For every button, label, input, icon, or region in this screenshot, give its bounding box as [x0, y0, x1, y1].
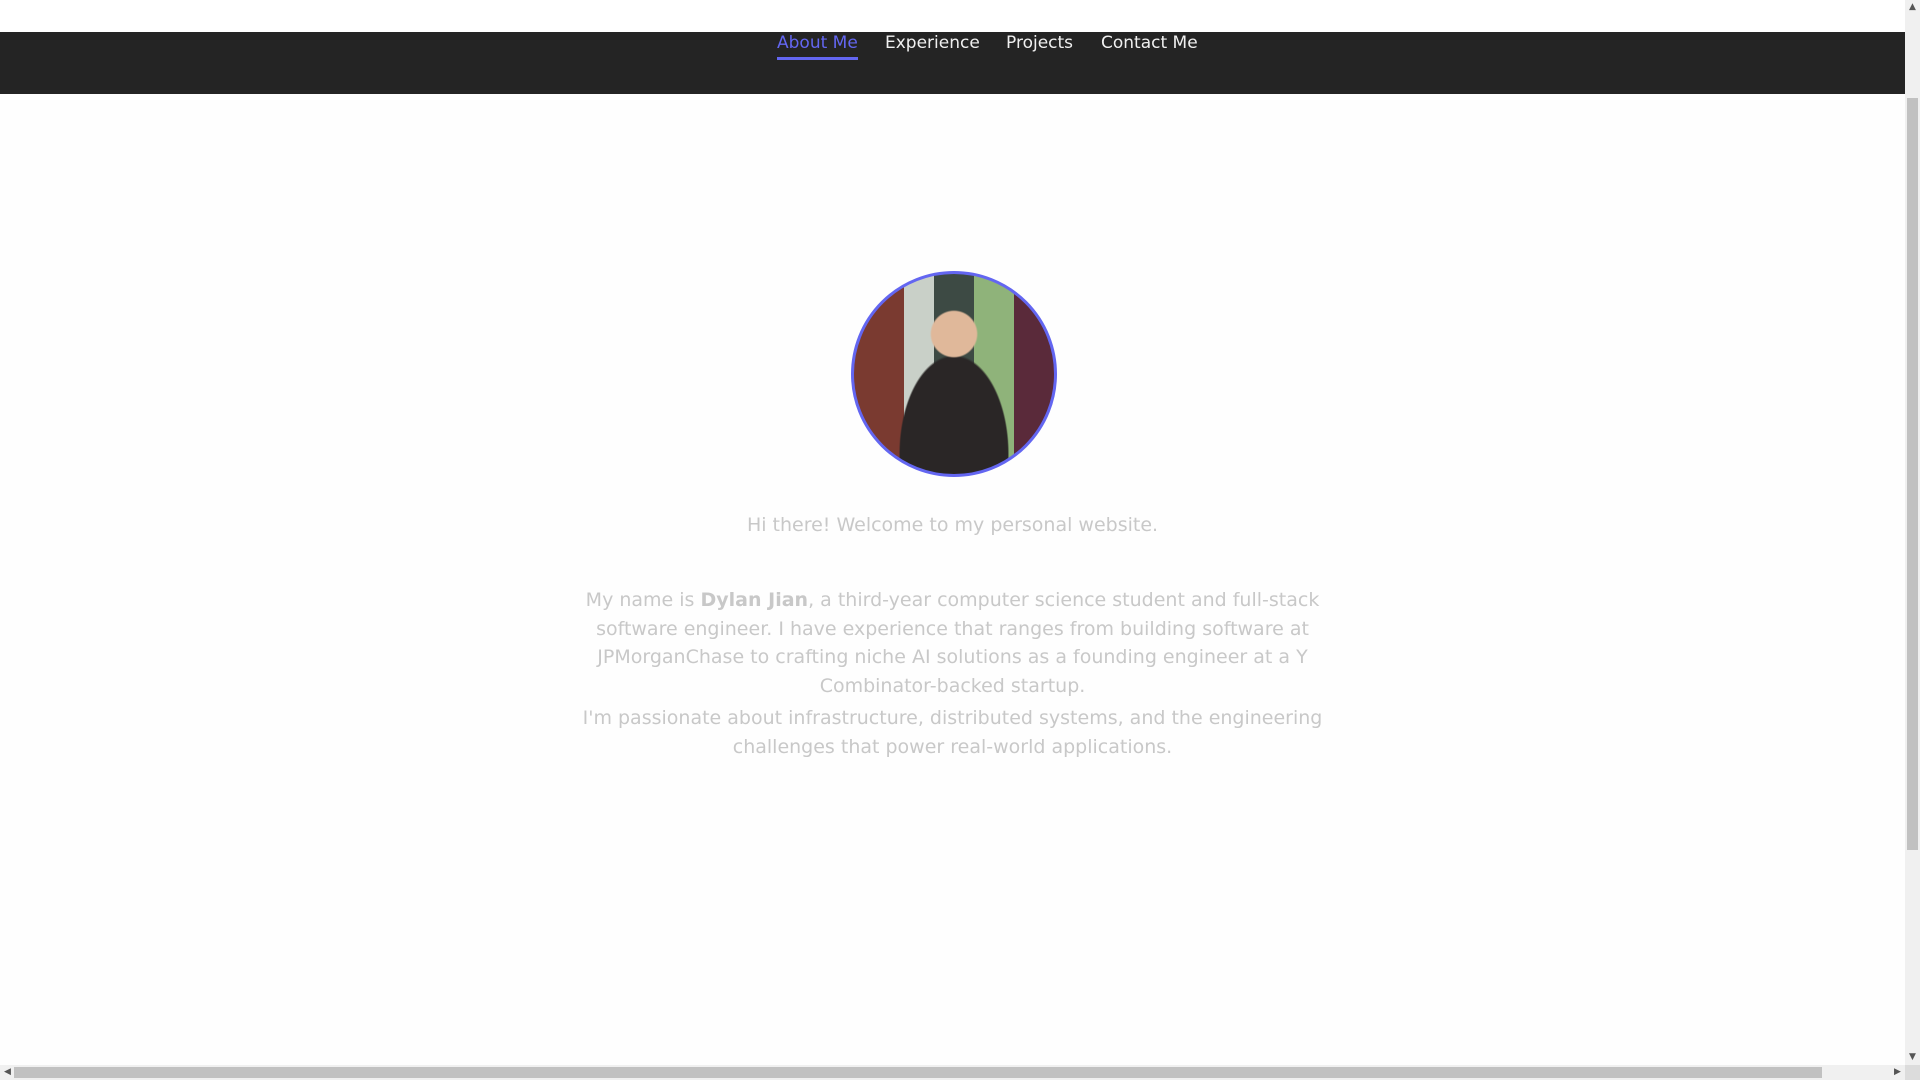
author-name: Dylan Jian: [700, 589, 809, 611]
profile-photo: [851, 271, 1057, 477]
main-nav: About Me Experience Projects Contact Me: [0, 32, 1905, 94]
nav-about-me[interactable]: About Me: [777, 32, 858, 60]
scrollbar-corner: [1905, 1065, 1920, 1080]
nav-experience[interactable]: Experience: [885, 32, 980, 62]
top-strip: [0, 0, 1905, 32]
nav-projects[interactable]: Projects: [1006, 32, 1073, 62]
vertical-scroll-thumb[interactable]: [1907, 98, 1918, 850]
horizontal-scrollbar[interactable]: ◀ ▶: [0, 1065, 1905, 1080]
scroll-right-icon[interactable]: ▶: [1890, 1065, 1905, 1080]
horizontal-scroll-thumb[interactable]: [14, 1067, 1822, 1078]
scroll-up-icon[interactable]: ▲: [1905, 0, 1920, 15]
scroll-down-icon[interactable]: ▼: [1905, 1050, 1920, 1065]
greeting-text: Hi there! Welcome to my personal website…: [746, 514, 1159, 536]
vertical-scrollbar[interactable]: ▲ ▼: [1905, 0, 1920, 1065]
intro-prefix: My name is: [585, 589, 701, 611]
intro-paragraph: My name is Dylan Jian, a third-year comp…: [555, 586, 1350, 700]
nav-contact-me[interactable]: Contact Me: [1101, 32, 1198, 62]
scroll-left-icon[interactable]: ◀: [0, 1065, 15, 1080]
passion-paragraph: I'm passionate about infrastructure, dis…: [582, 707, 1323, 758]
